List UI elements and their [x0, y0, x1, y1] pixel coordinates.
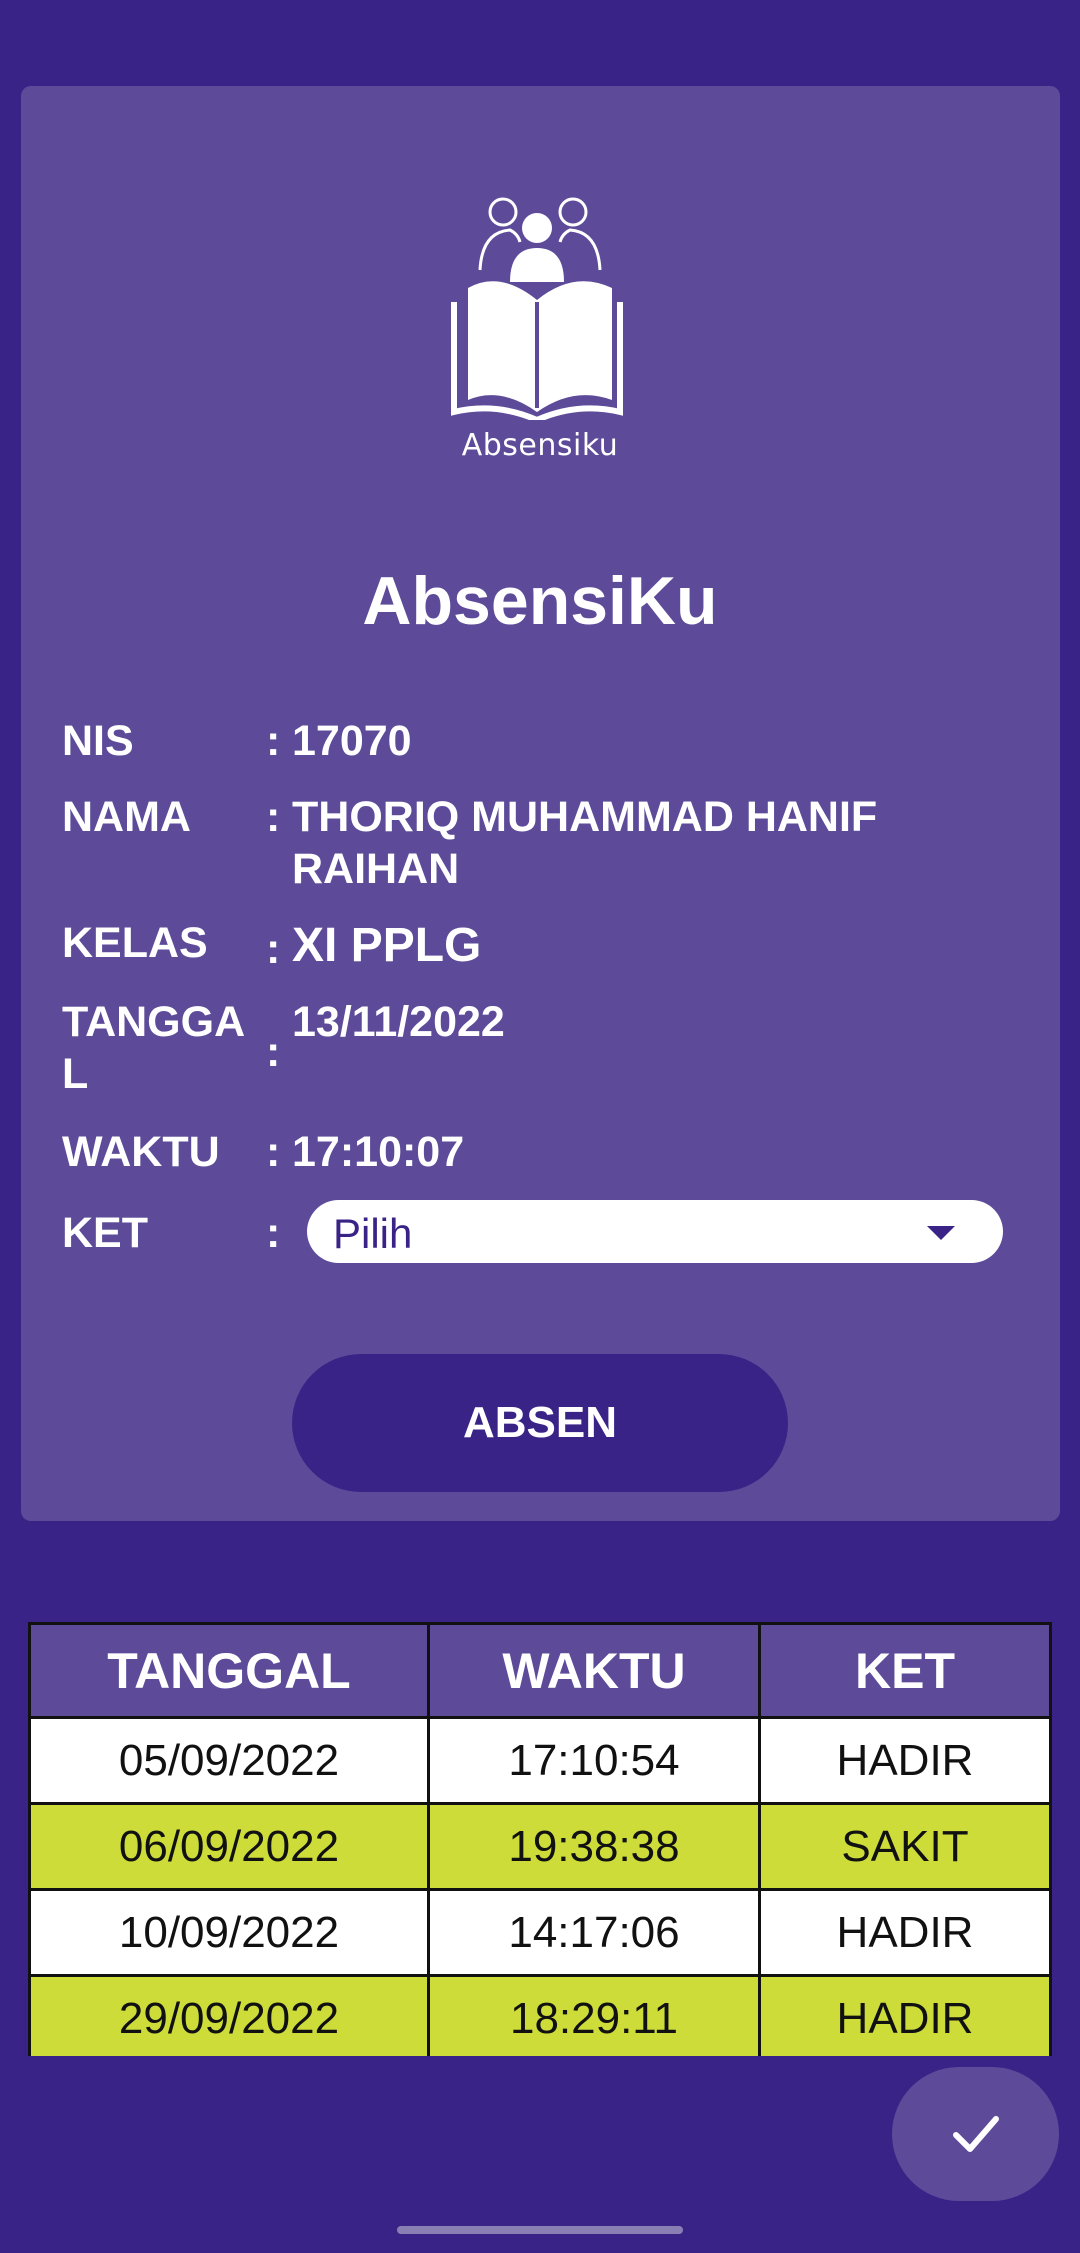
tanggal-value: 13/11/2022	[292, 998, 505, 1046]
cell-ket: HADIR	[758, 1974, 1052, 2056]
cell-waktu: 14:17:06	[426, 1888, 762, 1977]
app-logo: Absensiku	[450, 190, 630, 470]
waktu-value: 17:10:07	[292, 1128, 465, 1176]
confirm-fab-button[interactable]	[892, 2067, 1059, 2201]
cell-tanggal: 10/09/2022	[28, 1888, 430, 1977]
cell-waktu: 19:38:38	[426, 1802, 762, 1891]
cell-tanggal: 29/09/2022	[28, 1974, 430, 2056]
tanggal-label: TANGGA L	[62, 998, 244, 1098]
absen-button[interactable]: ABSEN	[292, 1354, 788, 1492]
page-title: AbsensiKu	[362, 563, 718, 639]
table-row: 29/09/2022 18:29:11 HADIR	[28, 1974, 1052, 2056]
tanggal-colon: :	[266, 1028, 281, 1076]
cell-waktu: 17:10:54	[426, 1716, 762, 1805]
kelas-value: XI PPLG	[292, 919, 482, 972]
ket-colon: :	[266, 1209, 281, 1257]
cell-tanggal: 05/09/2022	[28, 1716, 430, 1805]
nis-colon: :	[266, 717, 281, 765]
cell-ket: HADIR	[758, 1716, 1052, 1805]
ket-select-value: Pilih	[333, 1210, 413, 1257]
ket-label: KET	[62, 1209, 148, 1257]
header-tanggal: TANGGAL	[28, 1622, 430, 1719]
nis-value: 17070	[292, 717, 412, 765]
cell-waktu: 18:29:11	[426, 1974, 762, 2056]
kelas-label: KELAS	[62, 919, 208, 967]
dropdown-caret-icon	[927, 1226, 955, 1240]
header-waktu: WAKTU	[426, 1622, 762, 1719]
header-ket: KET	[758, 1622, 1052, 1719]
table-row: 06/09/2022 19:38:38 SAKIT	[28, 1802, 1052, 1891]
table-row: 10/09/2022 14:17:06 HADIR	[28, 1888, 1052, 1977]
attendance-table: TANGGAL WAKTU KET 05/09/2022 17:10:54 HA…	[28, 1622, 1052, 2056]
home-indicator[interactable]	[397, 2226, 683, 2234]
nama-colon: :	[266, 793, 281, 841]
kelas-colon: :	[266, 925, 281, 973]
ket-select[interactable]: Pilih	[307, 1200, 1003, 1263]
cell-ket: HADIR	[758, 1888, 1052, 1977]
check-icon	[953, 2116, 999, 2152]
table-row: 05/09/2022 17:10:54 HADIR	[28, 1716, 1052, 1805]
reading-people-book-icon	[451, 197, 623, 424]
cell-tanggal: 06/09/2022	[28, 1802, 430, 1891]
logo-text: Absensiku	[461, 428, 619, 463]
table-header-row: TANGGAL WAKTU KET	[28, 1622, 1052, 1719]
nis-label: NIS	[62, 717, 134, 765]
nama-label: NAMA	[62, 793, 191, 841]
nama-value: THORIQ MUHAMMAD HANIF RAIHAN	[292, 793, 878, 893]
waktu-label: WAKTU	[62, 1128, 220, 1176]
waktu-colon: :	[266, 1128, 281, 1176]
cell-ket: SAKIT	[758, 1802, 1052, 1891]
